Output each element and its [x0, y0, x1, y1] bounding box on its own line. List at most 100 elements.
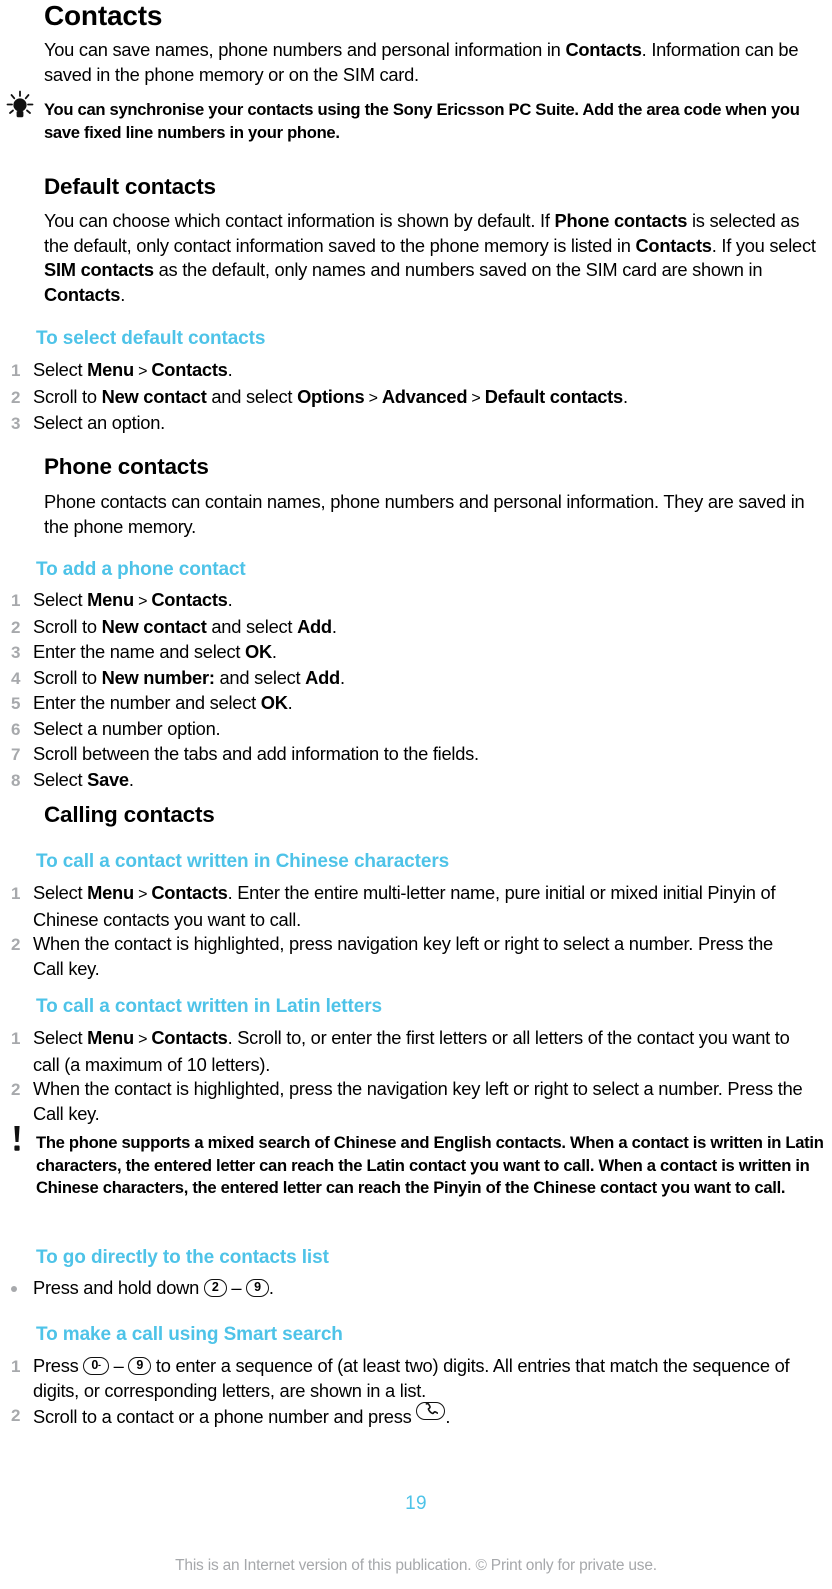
steps-smart-search: 1 Press 0- – 9 to enter a sequence of (a…: [11, 1354, 801, 1430]
step-number: 1: [11, 361, 21, 380]
step-text: Enter the number and select OK.: [33, 692, 293, 713]
dc-text-4: as the default, only names and numbers s…: [153, 259, 763, 280]
step-text: When the contact is highlighted, press t…: [33, 1078, 803, 1124]
step-text: Select Menu > Contacts. Scroll to, or en…: [33, 1027, 790, 1075]
step-number: 5: [11, 694, 21, 713]
section-heading-default-contacts: Default contacts: [44, 174, 216, 199]
section-heading-calling-contacts: Calling contacts: [44, 802, 215, 827]
key-label: 2: [211, 1280, 219, 1294]
list-item: 2 Scroll to New contact and select Optio…: [11, 385, 811, 412]
warning-callout-text: The phone supports a mixed search of Chi…: [36, 1133, 824, 1197]
step-number: 2: [11, 1406, 21, 1425]
step-number: 1: [11, 884, 21, 903]
steps-call-chinese: 1 Select Menu > Contacts. Enter the enti…: [11, 881, 801, 981]
list-item: 3 Select an option.: [11, 411, 811, 437]
step-number: 2: [11, 387, 21, 407]
list-item: 1 Select Menu > Contacts. Scroll to, or …: [11, 1026, 811, 1077]
task-heading-call-latin: To call a contact written in Latin lette…: [36, 996, 382, 1017]
dc-term-contacts-1: Contacts: [635, 234, 712, 256]
section-heading-phone-contacts: Phone contacts: [44, 454, 209, 479]
ss1-pre: Press: [33, 1355, 84, 1376]
step-text: Scroll to New contact and select Options…: [33, 385, 628, 407]
bullet-text-post: .: [268, 1277, 274, 1298]
list-item: 2 Scroll to New contact and select Add.: [11, 615, 811, 641]
ss2-post: .: [445, 1406, 451, 1427]
dc-text-3: . If you select: [711, 234, 816, 256]
dc-term-contacts-2: Contacts: [44, 283, 121, 305]
step-text: Scroll between the tabs and add informat…: [33, 743, 479, 764]
intro-term-contacts: Contacts: [565, 39, 642, 60]
steps-go-to-contacts-list: Press and hold down 2 – 9.: [11, 1276, 801, 1301]
step-number: 1: [11, 1029, 21, 1048]
list-item: 1 Select Menu > Contacts. Enter the enti…: [11, 881, 801, 932]
list-item: 2 When the contact is highlighted, press…: [11, 1077, 811, 1126]
step-number: 1: [11, 591, 21, 610]
key-9-icon: 9: [246, 1279, 269, 1297]
step-text: Select Menu > Contacts.: [33, 359, 233, 380]
bullet-marker: [11, 1276, 33, 1292]
step-number: 2: [11, 617, 21, 637]
list-item: 8 Select Save.: [11, 768, 811, 794]
step-text: Scroll to a contact or a phone number an…: [33, 1402, 801, 1430]
list-item: 2 When the contact is highlighted, press…: [11, 932, 801, 981]
step-text: Press 0- – 9 to enter a sequence of (at …: [33, 1354, 801, 1403]
page-title: Contacts: [44, 0, 163, 31]
step-text: When the contact is highlighted, press n…: [33, 933, 773, 979]
step-text: Select Menu > Contacts.: [33, 589, 233, 610]
key-0-icon: 0-: [83, 1357, 109, 1375]
steps-call-latin: 1 Select Menu > Contacts. Scroll to, or …: [11, 1026, 811, 1126]
dc-term-sim-contacts: SIM contacts: [44, 259, 154, 280]
lightbulb-icon: [5, 90, 35, 122]
page-number: 19: [405, 1493, 427, 1514]
copyright-notice: This is an Internet version of this publ…: [175, 1557, 657, 1574]
step-text: Enter the name and select OK.: [33, 641, 277, 662]
list-item: 7 Scroll between the tabs and add inform…: [11, 742, 811, 768]
bullet-text-pre: Press and hold down: [33, 1277, 204, 1298]
steps-add-phone-contact: 1 Select Menu > Contacts. 2 Scroll to Ne…: [11, 588, 811, 793]
list-item: 4 Scroll to New number: and select Add.: [11, 666, 811, 692]
key-2-icon: 2: [203, 1279, 227, 1297]
task-heading-smart-search: To make a call using Smart search: [36, 1324, 343, 1345]
list-item: 1 Select Menu > Contacts.: [11, 358, 811, 385]
step-number: 1: [11, 1357, 21, 1376]
step-number: 2: [11, 1080, 21, 1099]
list-item: 5 Enter the number and select OK.: [11, 691, 811, 717]
exclamation-icon: [9, 1124, 25, 1154]
step-number: 3: [11, 643, 21, 662]
tip-callout-text: You can synchronise your contacts using …: [44, 100, 800, 142]
key-label: 9: [136, 1358, 144, 1372]
intro-paragraph: You can save names, phone numbers and pe…: [44, 38, 822, 87]
step-number: 6: [11, 719, 21, 739]
list-item: 1 Select Menu > Contacts.: [11, 588, 811, 615]
key-sublabel: -: [98, 1360, 101, 1370]
step-text: Select an option.: [33, 412, 165, 433]
step-number: 4: [11, 668, 21, 688]
step-number: 7: [11, 745, 21, 764]
step-text: Select a number option.: [33, 717, 221, 739]
step-text: Select Save.: [33, 768, 134, 790]
default-contacts-paragraph: You can choose which contact information…: [44, 209, 822, 307]
list-item: 6 Select a number option.: [11, 717, 811, 743]
list-item: 1 Press 0- – 9 to enter a sequence of (a…: [11, 1354, 801, 1403]
intro-text-1: You can save names, phone numbers and pe…: [44, 39, 566, 60]
step-number: 2: [11, 935, 21, 954]
task-heading-add-phone-contact: To add a phone contact: [36, 559, 246, 580]
key-label: 0: [91, 1358, 99, 1372]
bullet-dash: –: [226, 1277, 247, 1298]
manual-page: Contacts You can save names, phone numbe…: [0, 0, 832, 1589]
key-9-icon: 9: [128, 1357, 152, 1375]
task-heading-select-default-contacts: To select default contacts: [36, 328, 266, 349]
step-number: 3: [11, 414, 21, 433]
ss2-pre: Scroll to a contact or a phone number an…: [33, 1406, 417, 1427]
task-heading-go-to-contacts-list: To go directly to the contacts list: [36, 1247, 329, 1268]
phone-contacts-paragraph: Phone contacts can contain names, phone …: [44, 491, 805, 537]
dc-text-1: You can choose which contact information…: [44, 210, 555, 231]
key-label: 9: [254, 1280, 261, 1294]
step-text: Scroll to New number: and select Add.: [33, 666, 345, 688]
list-item: 3 Enter the name and select OK.: [11, 640, 811, 666]
step-text: Scroll to New contact and select Add.: [33, 615, 337, 637]
dc-term-phone-contacts: Phone contacts: [554, 210, 688, 231]
task-heading-call-chinese: To call a contact written in Chinese cha…: [36, 851, 450, 872]
step-text: Select Menu > Contacts. Enter the entire…: [33, 882, 776, 930]
dc-text-5: .: [120, 283, 126, 305]
